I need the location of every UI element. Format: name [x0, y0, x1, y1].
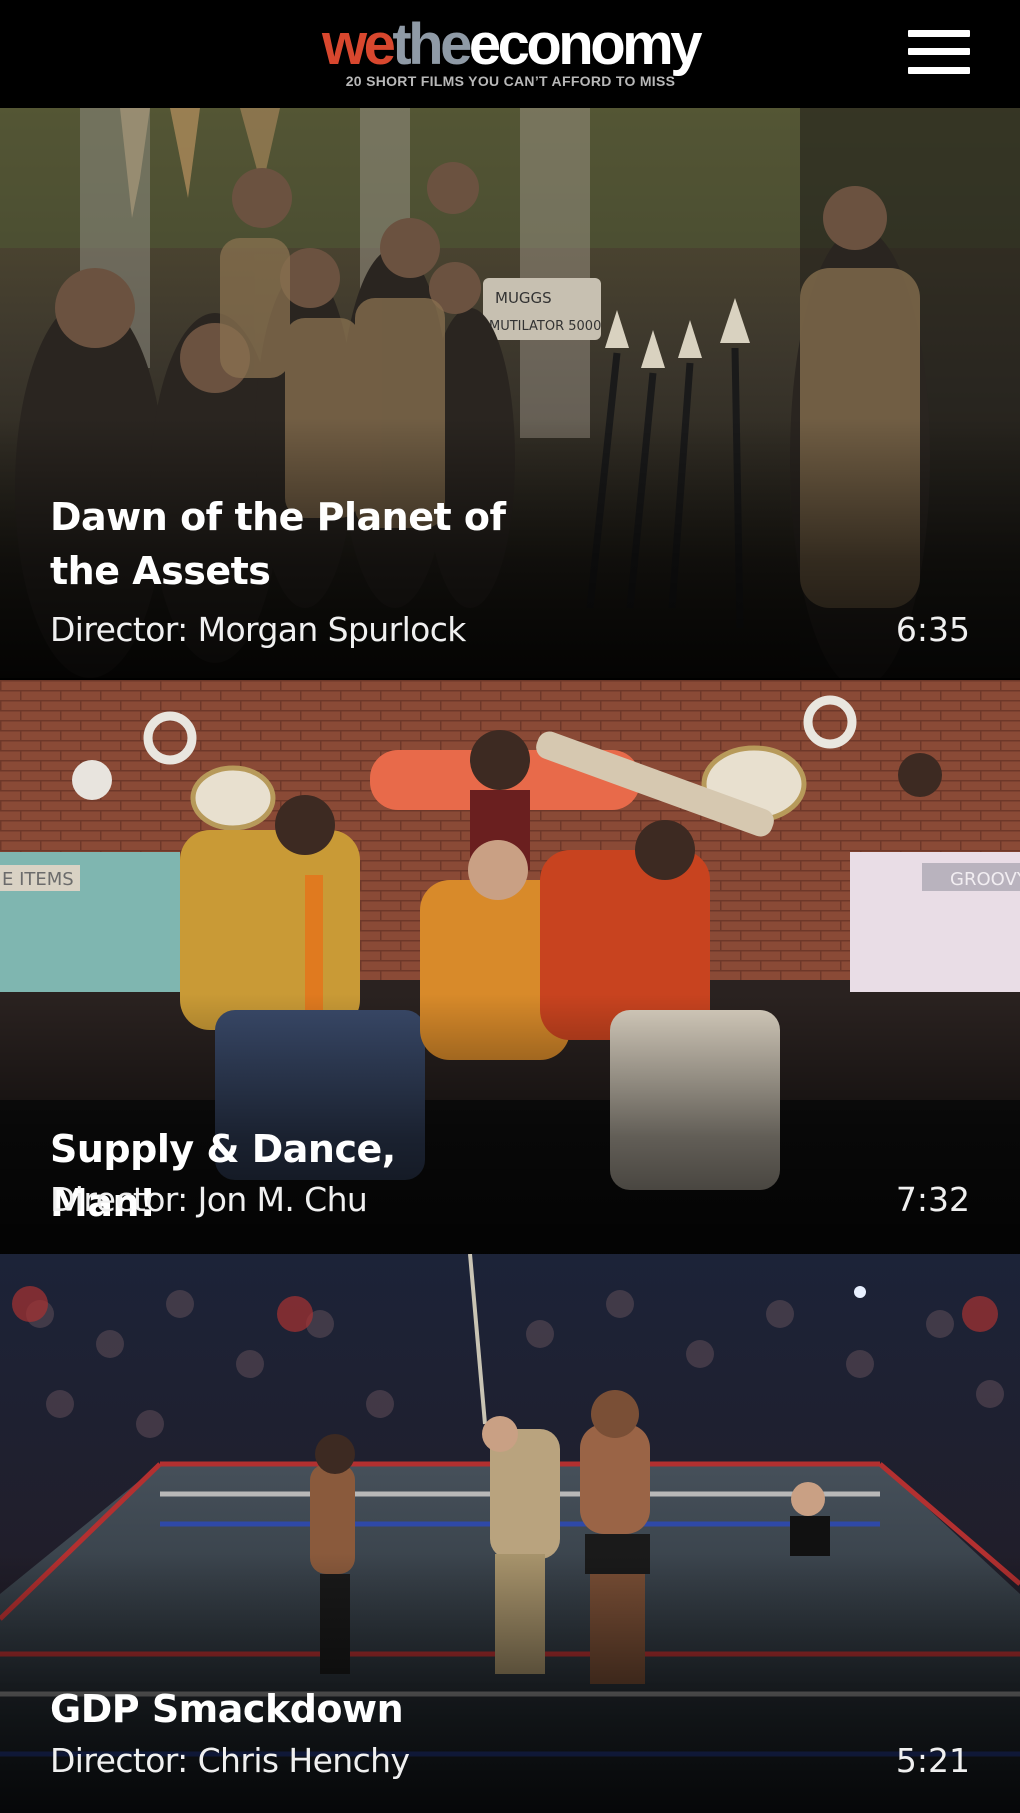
film-card-dawn-of-the-planet-of-the-assets[interactable]: MUGGS MUTILATOR 5000 Dawn of the Planet … — [0, 108, 1020, 678]
logo-we: we — [321, 12, 396, 77]
hamburger-menu-icon[interactable] — [908, 30, 970, 74]
film-director: Director: Jon M. Chu — [50, 1180, 368, 1219]
logo-wordmark: wetheeconomy — [298, 14, 723, 76]
film-duration: 5:21 — [895, 1741, 970, 1780]
logo-the: the — [392, 12, 472, 77]
film-duration: 7:32 — [895, 1180, 970, 1219]
wetheeconomy-logo[interactable]: wetheeconomy 20 SHORT FILMS YOU CAN’T AF… — [298, 14, 723, 90]
film-title: Dawn of the Planet of the Assets — [50, 495, 506, 593]
film-card-gdp-smackdown[interactable]: GDP Smackdown Director: Chris Henchy 5:2… — [0, 1254, 1020, 1813]
film-duration: 6:35 — [895, 610, 970, 649]
logo-tagline: 20 SHORT FILMS YOU CAN’T AFFORD TO MISS — [345, 73, 676, 89]
prop-sign-right: GROOVY — [950, 869, 1020, 890]
prop-sign-left: E ITEMS — [2, 869, 74, 890]
menu-bar — [908, 48, 970, 55]
prop-sign-text: MUGGS — [495, 289, 552, 307]
menu-bar — [908, 67, 970, 74]
logo-economy: economy — [468, 12, 703, 77]
film-director: Director: Chris Henchy — [50, 1741, 410, 1780]
app-header: wetheeconomy 20 SHORT FILMS YOU CAN’T AF… — [0, 0, 1020, 108]
film-director: Director: Morgan Spurlock — [50, 610, 466, 649]
film-title: GDP Smackdown — [50, 1687, 404, 1731]
film-card-supply-and-dance-man[interactable]: E ITEMS GROOVY Supply & Dance, Man! Dire… — [0, 680, 1020, 1254]
svg-text:MUTILATOR 5000: MUTILATOR 5000 — [489, 319, 601, 334]
menu-bar — [908, 30, 970, 37]
